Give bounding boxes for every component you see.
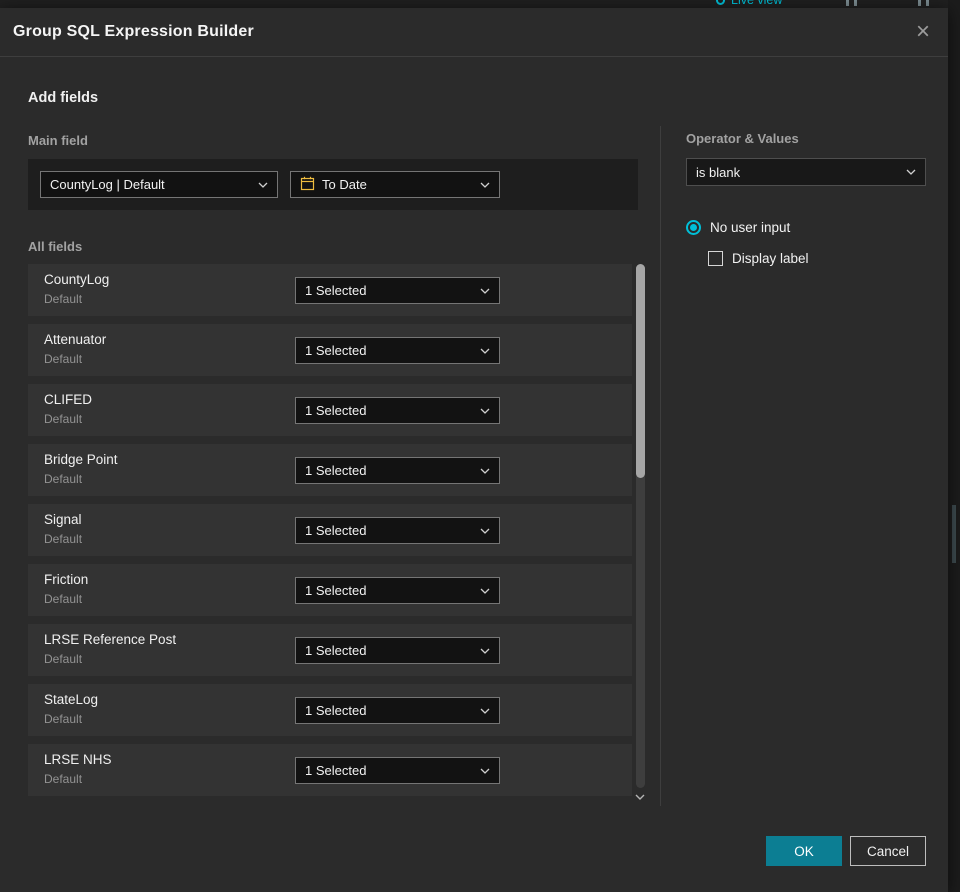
scroll-down-icon[interactable] xyxy=(634,793,646,801)
add-fields-heading: Add fields xyxy=(28,90,99,106)
all-fields-list: CountyLog Default 1 Selected Attenuator … xyxy=(28,264,632,804)
chevron-down-icon xyxy=(480,182,490,188)
field-selected-value: 1 Selected xyxy=(305,643,367,658)
display-label-label: Display label xyxy=(732,251,809,266)
chevron-down-icon xyxy=(480,768,490,774)
field-subtitle: Default xyxy=(44,292,83,306)
field-selected-dropdown[interactable]: 1 Selected xyxy=(295,277,500,304)
background-toolbar: Live view xyxy=(0,0,960,8)
chevron-down-icon xyxy=(480,468,490,474)
main-field-select[interactable]: CountyLog | Default xyxy=(40,171,278,198)
chevron-down-icon xyxy=(480,648,490,654)
field-name: CLIFED xyxy=(44,392,93,407)
list-scrollbar[interactable] xyxy=(636,264,645,788)
chevron-down-icon xyxy=(258,182,268,188)
checkbox-unchecked-icon xyxy=(708,251,723,266)
main-field-panel: CountyLog | Default To Date xyxy=(28,159,638,210)
list-scrollbar-thumb[interactable] xyxy=(636,264,645,478)
field-selected-dropdown[interactable]: 1 Selected xyxy=(295,337,500,364)
field-name: StateLog xyxy=(44,692,99,707)
display-label-checkbox[interactable]: Display label xyxy=(708,251,809,266)
chevron-down-icon xyxy=(906,169,916,175)
field-selected-value: 1 Selected xyxy=(305,703,367,718)
field-name: LRSE NHS xyxy=(44,752,112,767)
chevron-down-icon xyxy=(480,348,490,354)
field-subtitle: Default xyxy=(44,652,83,666)
field-row: LRSE Reference Post Default 1 Selected xyxy=(28,624,632,676)
field-selected-value: 1 Selected xyxy=(305,583,367,598)
field-row: StateLog Default 1 Selected xyxy=(28,684,632,736)
toolbar-bars-icon xyxy=(846,0,857,6)
field-selected-dropdown[interactable]: 1 Selected xyxy=(295,697,500,724)
field-selected-value: 1 Selected xyxy=(305,283,367,298)
background-scrollbar xyxy=(952,505,956,563)
dialog-footer: OK Cancel xyxy=(766,836,926,866)
radio-selected-icon xyxy=(686,220,701,235)
field-name: Attenuator xyxy=(44,332,107,347)
field-name: CountyLog xyxy=(44,272,110,287)
field-subtitle: Default xyxy=(44,712,83,726)
field-row: Bridge Point Default 1 Selected xyxy=(28,444,632,496)
field-selected-value: 1 Selected xyxy=(305,403,367,418)
dialog-header: Group SQL Expression Builder × xyxy=(0,8,948,57)
live-view-label: Live view xyxy=(731,0,783,7)
field-selected-dropdown[interactable]: 1 Selected xyxy=(295,577,500,604)
group-sql-expression-builder-dialog: Group SQL Expression Builder × Add field… xyxy=(0,8,948,892)
ok-button[interactable]: OK xyxy=(766,836,842,866)
field-row: Friction Default 1 Selected xyxy=(28,564,632,616)
chevron-down-icon xyxy=(480,408,490,414)
close-icon[interactable]: × xyxy=(916,20,930,44)
field-subtitle: Default xyxy=(44,472,83,486)
field-subtitle: Default xyxy=(44,352,83,366)
chevron-down-icon xyxy=(480,588,490,594)
no-user-input-label: No user input xyxy=(710,220,791,235)
chevron-down-icon xyxy=(480,288,490,294)
operator-values-label: Operator & Values xyxy=(686,131,799,146)
cancel-button[interactable]: Cancel xyxy=(850,836,926,866)
main-field-select-value: CountyLog | Default xyxy=(50,177,165,192)
field-name: Signal xyxy=(44,512,82,527)
field-selected-value: 1 Selected xyxy=(305,343,367,358)
field-selected-dropdown[interactable]: 1 Selected xyxy=(295,517,500,544)
live-view-icon xyxy=(716,0,725,5)
vertical-divider xyxy=(660,126,661,806)
field-name: Bridge Point xyxy=(44,452,118,467)
field-selected-value: 1 Selected xyxy=(305,763,367,778)
no-user-input-radio[interactable]: No user input xyxy=(686,220,790,235)
field-selected-dropdown[interactable]: 1 Selected xyxy=(295,397,500,424)
field-selected-dropdown[interactable]: 1 Selected xyxy=(295,457,500,484)
field-subtitle: Default xyxy=(44,772,83,786)
background-right-edge xyxy=(948,0,960,892)
live-view-indicator[interactable]: Live view xyxy=(716,0,782,7)
field-subtitle: Default xyxy=(44,532,83,546)
operator-select[interactable]: is blank xyxy=(686,158,926,186)
field-row: Signal Default 1 Selected xyxy=(28,504,632,556)
chevron-down-icon xyxy=(480,708,490,714)
field-selected-dropdown[interactable]: 1 Selected xyxy=(295,637,500,664)
field-row: CLIFED Default 1 Selected xyxy=(28,384,632,436)
date-field-select-value: To Date xyxy=(322,177,367,192)
all-fields-label: All fields xyxy=(28,239,83,254)
field-selected-value: 1 Selected xyxy=(305,463,367,478)
operator-select-value: is blank xyxy=(696,164,741,180)
main-field-label: Main field xyxy=(28,133,88,148)
field-selected-dropdown[interactable]: 1 Selected xyxy=(295,757,500,784)
toolbar-bars-icon xyxy=(918,0,929,6)
dialog-title: Group SQL Expression Builder xyxy=(13,23,254,40)
date-field-select[interactable]: To Date xyxy=(290,171,500,198)
field-row: CountyLog Default 1 Selected xyxy=(28,264,632,316)
calendar-icon xyxy=(300,176,315,194)
field-name: LRSE Reference Post xyxy=(44,632,177,647)
chevron-down-icon xyxy=(480,528,490,534)
field-row: LRSE NHS Default 1 Selected xyxy=(28,744,632,796)
field-subtitle: Default xyxy=(44,412,83,426)
field-subtitle: Default xyxy=(44,592,83,606)
field-name: Friction xyxy=(44,572,89,587)
field-selected-value: 1 Selected xyxy=(305,523,367,538)
field-row: Attenuator Default 1 Selected xyxy=(28,324,632,376)
